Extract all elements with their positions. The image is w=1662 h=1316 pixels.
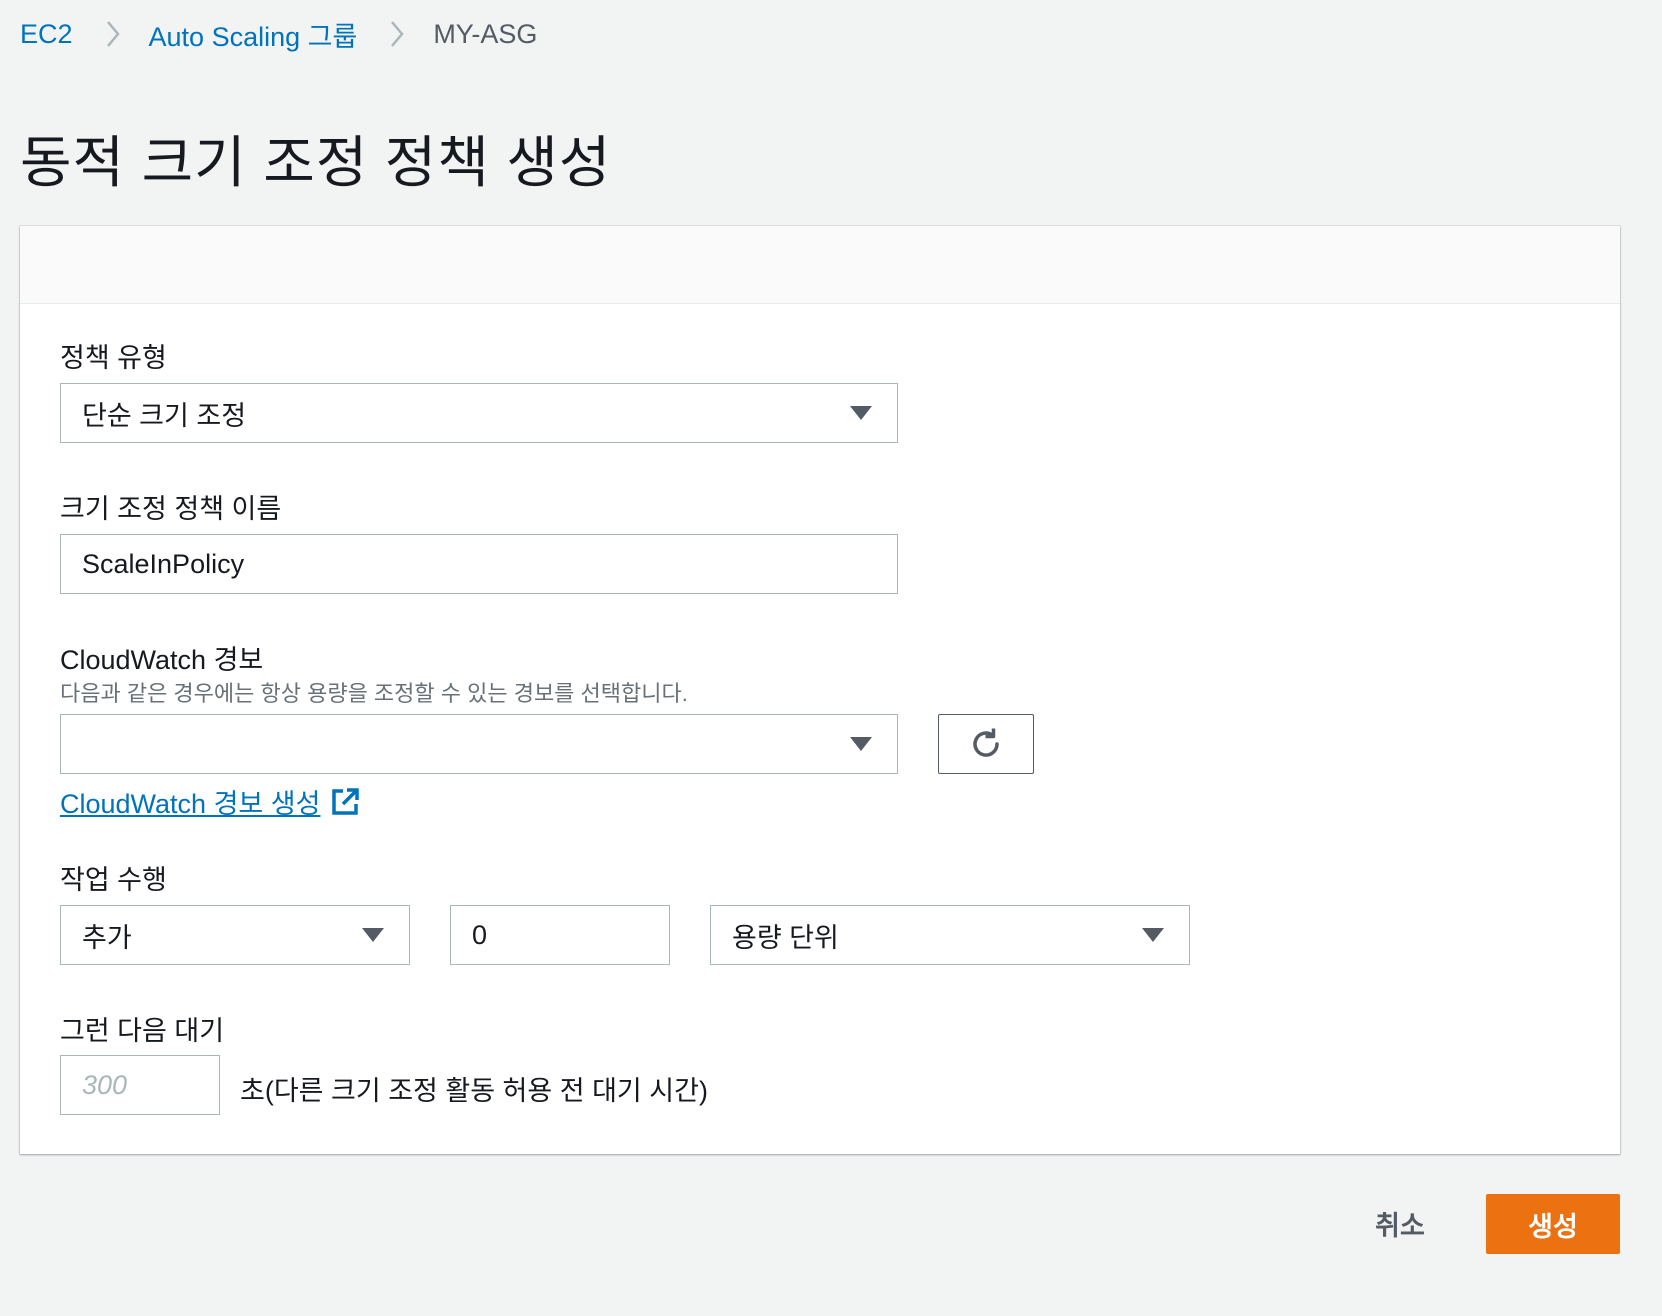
action-amount-input[interactable]: 0 xyxy=(450,905,670,965)
caret-down-icon xyxy=(850,406,872,420)
breadcrumb-asg-link[interactable]: Auto Scaling 그룹 xyxy=(149,15,358,54)
external-link-icon xyxy=(332,787,360,815)
caret-down-icon xyxy=(362,928,384,942)
card-header xyxy=(20,226,1620,304)
policy-name-input[interactable]: ScaleInPolicy xyxy=(60,534,898,594)
chevron-right-icon xyxy=(99,20,127,48)
policy-name-label: 크기 조정 정책 이름 xyxy=(60,494,282,524)
wait-label: 그런 다음 대기 xyxy=(60,1016,225,1046)
action-type-value: 추가 xyxy=(82,922,132,953)
cloudwatch-alarm-select[interactable] xyxy=(60,714,898,774)
breadcrumb-current: MY-ASG xyxy=(433,18,538,49)
caret-down-icon xyxy=(850,737,872,751)
cloudwatch-alarm-label: CloudWatch 경보 xyxy=(60,645,264,675)
wait-seconds-suffix: 초(다른 크기 조정 활동 허용 전 대기 시간) xyxy=(240,1076,708,1106)
policy-type-label: 정책 유형 xyxy=(60,343,167,373)
action-type-select[interactable]: 추가 xyxy=(60,905,410,965)
refresh-icon xyxy=(973,728,999,757)
action-unit-value: 용량 단위 xyxy=(732,922,839,953)
cloudwatch-alarm-description: 다음과 같은 경우에는 항상 용량을 조정할 수 있는 경보를 선택합니다. xyxy=(60,681,688,706)
cancel-button[interactable]: 취소 xyxy=(1350,1194,1450,1252)
chevron-right-icon xyxy=(383,20,411,48)
form-card: 정책 유형 단순 크기 조정 크기 조정 정책 이름 ScaleInPolicy… xyxy=(20,226,1620,1154)
create-cloudwatch-alarm-label: CloudWatch 경보 생성 xyxy=(60,789,321,819)
wait-seconds-input[interactable]: 300 xyxy=(60,1055,220,1115)
caret-down-icon xyxy=(1142,928,1164,942)
wait-seconds-placeholder: 300 xyxy=(82,1069,128,1100)
page-title: 동적 크기 조정 정책 생성 xyxy=(20,131,612,194)
create-cloudwatch-alarm-link[interactable]: CloudWatch 경보 생성 xyxy=(60,782,360,821)
breadcrumb: EC2 Auto Scaling 그룹 MY-ASG xyxy=(20,16,537,52)
refresh-alarms-button[interactable] xyxy=(938,714,1034,774)
create-button[interactable]: 생성 xyxy=(1486,1194,1620,1254)
action-amount-value: 0 xyxy=(472,919,488,950)
action-unit-select[interactable]: 용량 단위 xyxy=(710,905,1190,965)
policy-type-select[interactable]: 단순 크기 조정 xyxy=(60,383,898,443)
breadcrumb-ec2-link[interactable]: EC2 xyxy=(20,19,73,50)
policy-type-value: 단순 크기 조정 xyxy=(82,400,247,431)
policy-name-value: ScaleInPolicy xyxy=(82,548,245,579)
take-action-label: 작업 수행 xyxy=(60,865,167,895)
